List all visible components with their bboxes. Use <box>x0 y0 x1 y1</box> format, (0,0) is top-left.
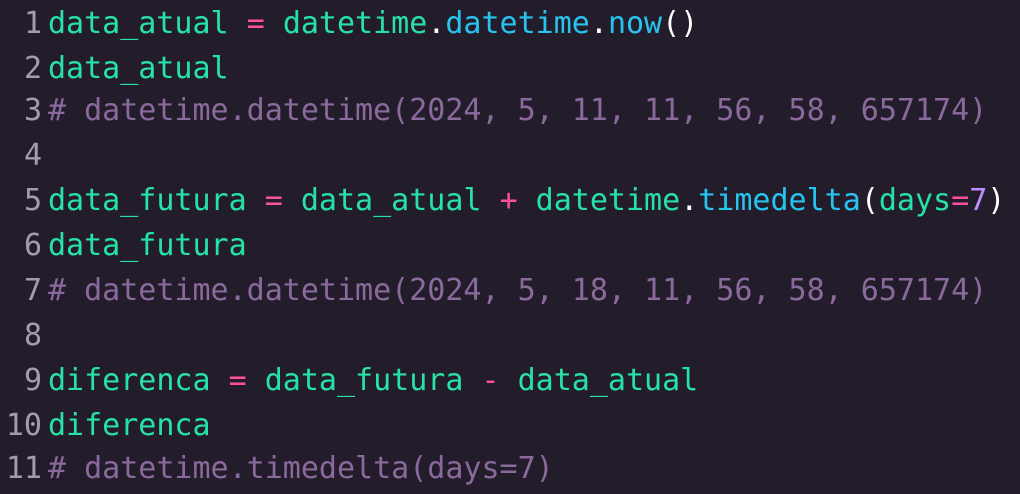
line-number: 7 <box>23 273 42 308</box>
code-text[interactable]: diferenca <box>48 408 211 443</box>
code-token-op: = <box>951 183 970 218</box>
code-token-punct: . <box>427 6 446 41</box>
code-text[interactable]: data_futura <box>48 228 247 263</box>
line-number: 5 <box>23 183 42 218</box>
code-text[interactable]: data_futura = data_atual + datetime.time… <box>48 183 1005 218</box>
code-editor[interactable]: 1 data_atual = datetime.datetime.now() 2 da… <box>0 0 1020 494</box>
code-token-ident: data_futura <box>48 183 247 218</box>
code-token-ident: datetime <box>282 6 428 41</box>
code-token-op: = <box>264 183 283 218</box>
code-token-ident: data_futura <box>48 228 247 263</box>
code-token-ident <box>247 183 265 218</box>
code-line[interactable]: 11 # datetime.timedelta(days=7) <box>0 446 554 491</box>
code-token-ident: data_atual <box>282 183 500 218</box>
code-line[interactable]: 6 data_futura <box>0 223 247 268</box>
code-token-ident <box>211 363 229 398</box>
line-number: 11 <box>5 451 42 486</box>
code-token-ident: data_atual <box>499 363 699 398</box>
code-text[interactable]: data_atual = datetime.datetime.now() <box>48 6 698 41</box>
code-token-op: + <box>499 183 518 218</box>
line-number: 10 <box>5 408 42 443</box>
code-token-punct: . <box>589 6 608 41</box>
code-line[interactable]: 3 # datetime.datetime(2024, 5, 11, 11, 56… <box>0 88 987 133</box>
code-text[interactable]: # datetime.datetime(2024, 5, 11, 11, 56,… <box>48 93 987 128</box>
code-token-comment: # datetime.timedelta(days=7) <box>48 451 554 486</box>
code-token-op: - <box>481 363 500 398</box>
code-line[interactable]: 8 <box>0 313 48 358</box>
code-token-ident: data_atual <box>48 51 229 86</box>
code-token-num: 7 <box>969 183 988 218</box>
code-token-ident <box>229 6 247 41</box>
code-token-ident: diferenca <box>48 408 211 443</box>
code-line[interactable]: 5 data_futura = data_atual + datetime.tim… <box>0 178 1005 223</box>
code-token-op: = <box>228 363 247 398</box>
code-token-comment: # datetime.datetime(2024, 5, 18, 11, 56,… <box>48 273 988 308</box>
code-token-ident: data_futura <box>246 363 482 398</box>
code-token-ident: data_atual <box>48 6 229 41</box>
code-token-ident: days <box>878 183 952 218</box>
code-token-punct: ) <box>987 183 1006 218</box>
code-line[interactable]: 2 data_atual <box>0 46 229 91</box>
line-number: 9 <box>23 363 42 398</box>
code-text[interactable]: data_atual <box>48 51 229 86</box>
line-number: 2 <box>23 51 42 86</box>
line-number: 8 <box>23 318 42 353</box>
code-token-comment: # datetime.datetime(2024, 5, 11, 11, 56,… <box>48 93 988 128</box>
line-number: 1 <box>23 6 42 41</box>
code-text[interactable]: # datetime.timedelta(days=7) <box>48 451 554 486</box>
code-line[interactable]: 7 # datetime.datetime(2024, 5, 18, 11, 56… <box>0 268 987 313</box>
line-number: 3 <box>23 93 42 128</box>
code-line[interactable]: 9 diferenca = data_futura - data_atual <box>0 358 698 403</box>
code-token-punct: () <box>662 6 699 41</box>
code-token-ident <box>265 6 283 41</box>
code-line[interactable]: 10 diferenca <box>0 403 211 448</box>
line-number: 4 <box>23 138 42 173</box>
code-token-punct: ( <box>860 183 879 218</box>
code-token-func: datetime <box>445 6 590 41</box>
line-number: 6 <box>23 228 42 263</box>
code-text[interactable]: # datetime.datetime(2024, 5, 18, 11, 56,… <box>48 273 987 308</box>
code-line[interactable]: 4 <box>0 133 48 178</box>
code-token-ident: diferenca <box>48 363 211 398</box>
code-token-func: now <box>607 6 663 41</box>
code-token-op: = <box>246 6 265 41</box>
code-text[interactable]: diferenca = data_futura - data_atual <box>48 363 698 398</box>
code-token-punct: . <box>680 183 699 218</box>
code-token-func: timedelta <box>698 183 861 218</box>
code-token-ident: datetime <box>517 183 681 218</box>
code-line[interactable]: 1 data_atual = datetime.datetime.now() <box>0 1 698 46</box>
